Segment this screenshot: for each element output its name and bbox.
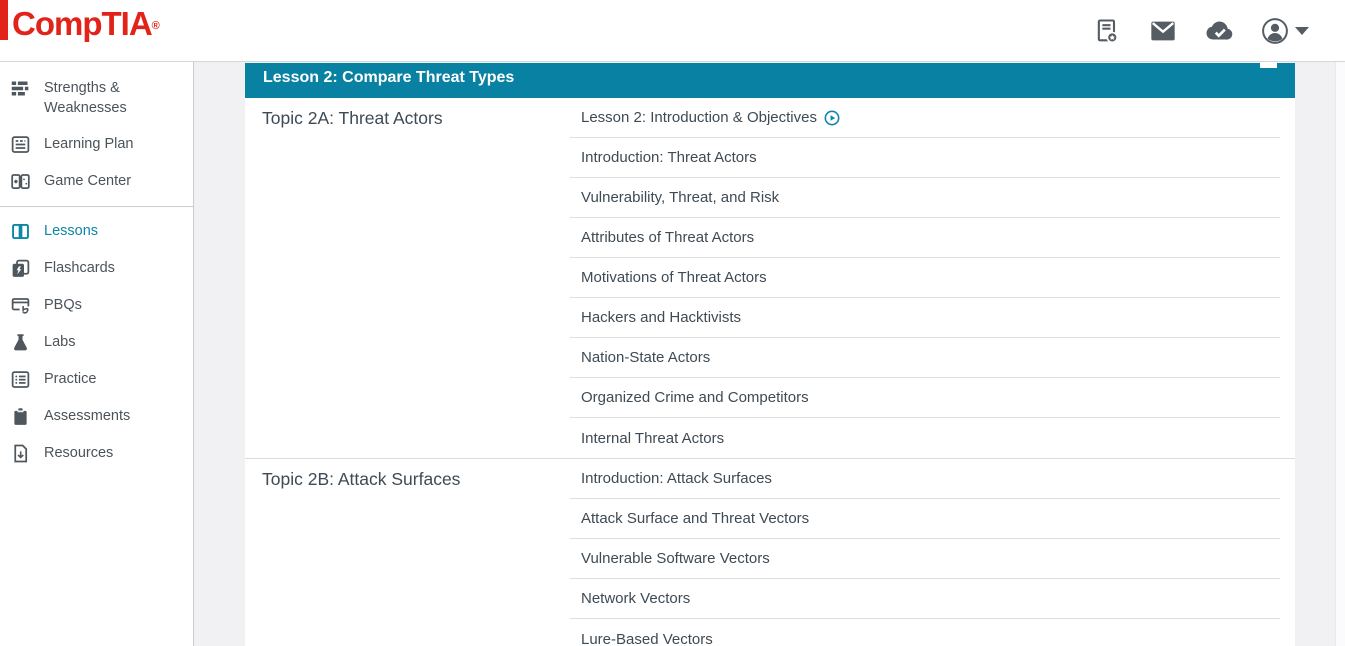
sidebar-divider [0,206,193,207]
sidebar-item-label: Learning Plan [44,134,134,154]
sidebar-nav: Strengths & Weaknesses Learning Plan Gam… [0,62,194,646]
sidebar-item-label: Resources [44,443,113,463]
sidebar-item-pbqs[interactable]: PBQs [0,287,193,324]
lesson-item[interactable]: Lure-Based Vectors [570,619,1280,646]
sidebar-item-label: Practice [44,369,96,389]
sidebar-item-strengths-weaknesses[interactable]: Strengths & Weaknesses [0,70,193,126]
vertical-scrollbar[interactable] [1335,62,1345,646]
lesson-item[interactable]: Introduction: Attack Surfaces [570,459,1280,499]
lesson-card: Lesson 2: Compare Threat Types Topic 2A:… [245,63,1295,646]
lesson-item[interactable]: Attack Surface and Threat Vectors [570,499,1280,539]
topic-title: Topic 2B: Attack Surfaces [245,459,570,646]
lesson-item-label: Introduction: Threat Actors [581,149,757,166]
sidebar-item-game-center[interactable]: Game Center [0,163,193,200]
sidebar-item-labs[interactable]: Labs [0,324,193,361]
assessments-icon [10,406,31,427]
lesson-item[interactable]: Hackers and Hacktivists [570,298,1280,338]
lessons-icon [10,221,31,242]
sidebar-item-label: Labs [44,332,75,352]
practice-icon [10,369,31,390]
notes-document-icon[interactable] [1093,17,1121,45]
sidebar-item-label: Strengths & Weaknesses [44,78,169,118]
lesson-item-label: Network Vectors [581,590,690,607]
strengths-icon [10,78,31,99]
lesson-item[interactable]: Nation-State Actors [570,338,1280,378]
logo-red-bar [0,0,8,40]
lesson-item[interactable]: Attributes of Threat Actors [570,218,1280,258]
lesson-item-label: Lesson 2: Introduction & Objectives [581,109,817,126]
flashcards-icon [10,258,31,279]
chevron-down-icon [1295,27,1309,35]
pbqs-icon [10,295,31,316]
lesson-title: Lesson 2: Compare Threat Types [263,69,514,86]
account-avatar-icon [1261,17,1289,45]
sidebar-item-label: Flashcards [44,258,115,278]
lesson-item[interactable]: Vulnerability, Threat, and Risk [570,178,1280,218]
labs-icon [10,332,31,353]
lesson-item-label: Vulnerability, Threat, and Risk [581,189,779,206]
resources-icon [10,443,31,464]
account-menu[interactable] [1261,17,1309,45]
sidebar-item-practice[interactable]: Practice [0,361,193,398]
learning-plan-icon [10,134,31,155]
top-header: CompTIA® [0,0,1345,62]
game-center-icon [10,171,31,192]
lesson-item-label: Nation-State Actors [581,349,710,366]
lesson-item[interactable]: Vulnerable Software Vectors [570,539,1280,579]
messages-envelope-icon[interactable] [1149,17,1177,45]
lesson-item[interactable]: Introduction: Threat Actors [570,138,1280,178]
lesson-item[interactable]: Lesson 2: Introduction & Objectives [570,98,1280,138]
lesson-item-label: Hackers and Hacktivists [581,309,741,326]
topic-section-2b: Topic 2B: Attack Surfaces Introduction: … [245,459,1295,646]
sidebar-item-label: Lessons [44,221,98,241]
lesson-item[interactable]: Internal Threat Actors [570,418,1280,458]
lesson-item-label: Motivations of Threat Actors [581,269,767,286]
sidebar-item-resources[interactable]: Resources [0,435,193,472]
lesson-item-label: Attributes of Threat Actors [581,229,754,246]
sidebar-item-label: Assessments [44,406,130,426]
topic-section-2a: Topic 2A: Threat Actors Lesson 2: Introd… [245,98,1295,459]
registered-mark: ® [152,20,159,32]
lesson-item-label: Vulnerable Software Vectors [581,550,770,567]
cloud-sync-icon[interactable] [1205,17,1233,45]
lesson-item[interactable]: Motivations of Threat Actors [570,258,1280,298]
lesson-item-label: Introduction: Attack Surfaces [581,470,772,487]
lesson-item-label: Organized Crime and Competitors [581,389,809,406]
topic-title: Topic 2A: Threat Actors [245,98,570,458]
lesson-item[interactable]: Organized Crime and Competitors [570,378,1280,418]
sidebar-item-label: PBQs [44,295,82,315]
sidebar-item-flashcards[interactable]: Flashcards [0,250,193,287]
sidebar-item-label: Game Center [44,171,131,191]
lesson-item-label: Internal Threat Actors [581,430,724,447]
lesson-accordion-header[interactable]: Lesson 2: Compare Threat Types [245,63,1295,98]
sidebar-item-lessons[interactable]: Lessons [0,213,193,250]
play-icon[interactable] [824,110,840,126]
lesson-item[interactable]: Network Vectors [570,579,1280,619]
sidebar-item-assessments[interactable]: Assessments [0,398,193,435]
comptia-logo[interactable]: CompTIA® [0,0,159,62]
lesson-item-label: Attack Surface and Threat Vectors [581,510,809,527]
lesson-item-label: Lure-Based Vectors [581,631,713,646]
sidebar-item-learning-plan[interactable]: Learning Plan [0,126,193,163]
logo-text: CompTIA® [8,0,159,50]
